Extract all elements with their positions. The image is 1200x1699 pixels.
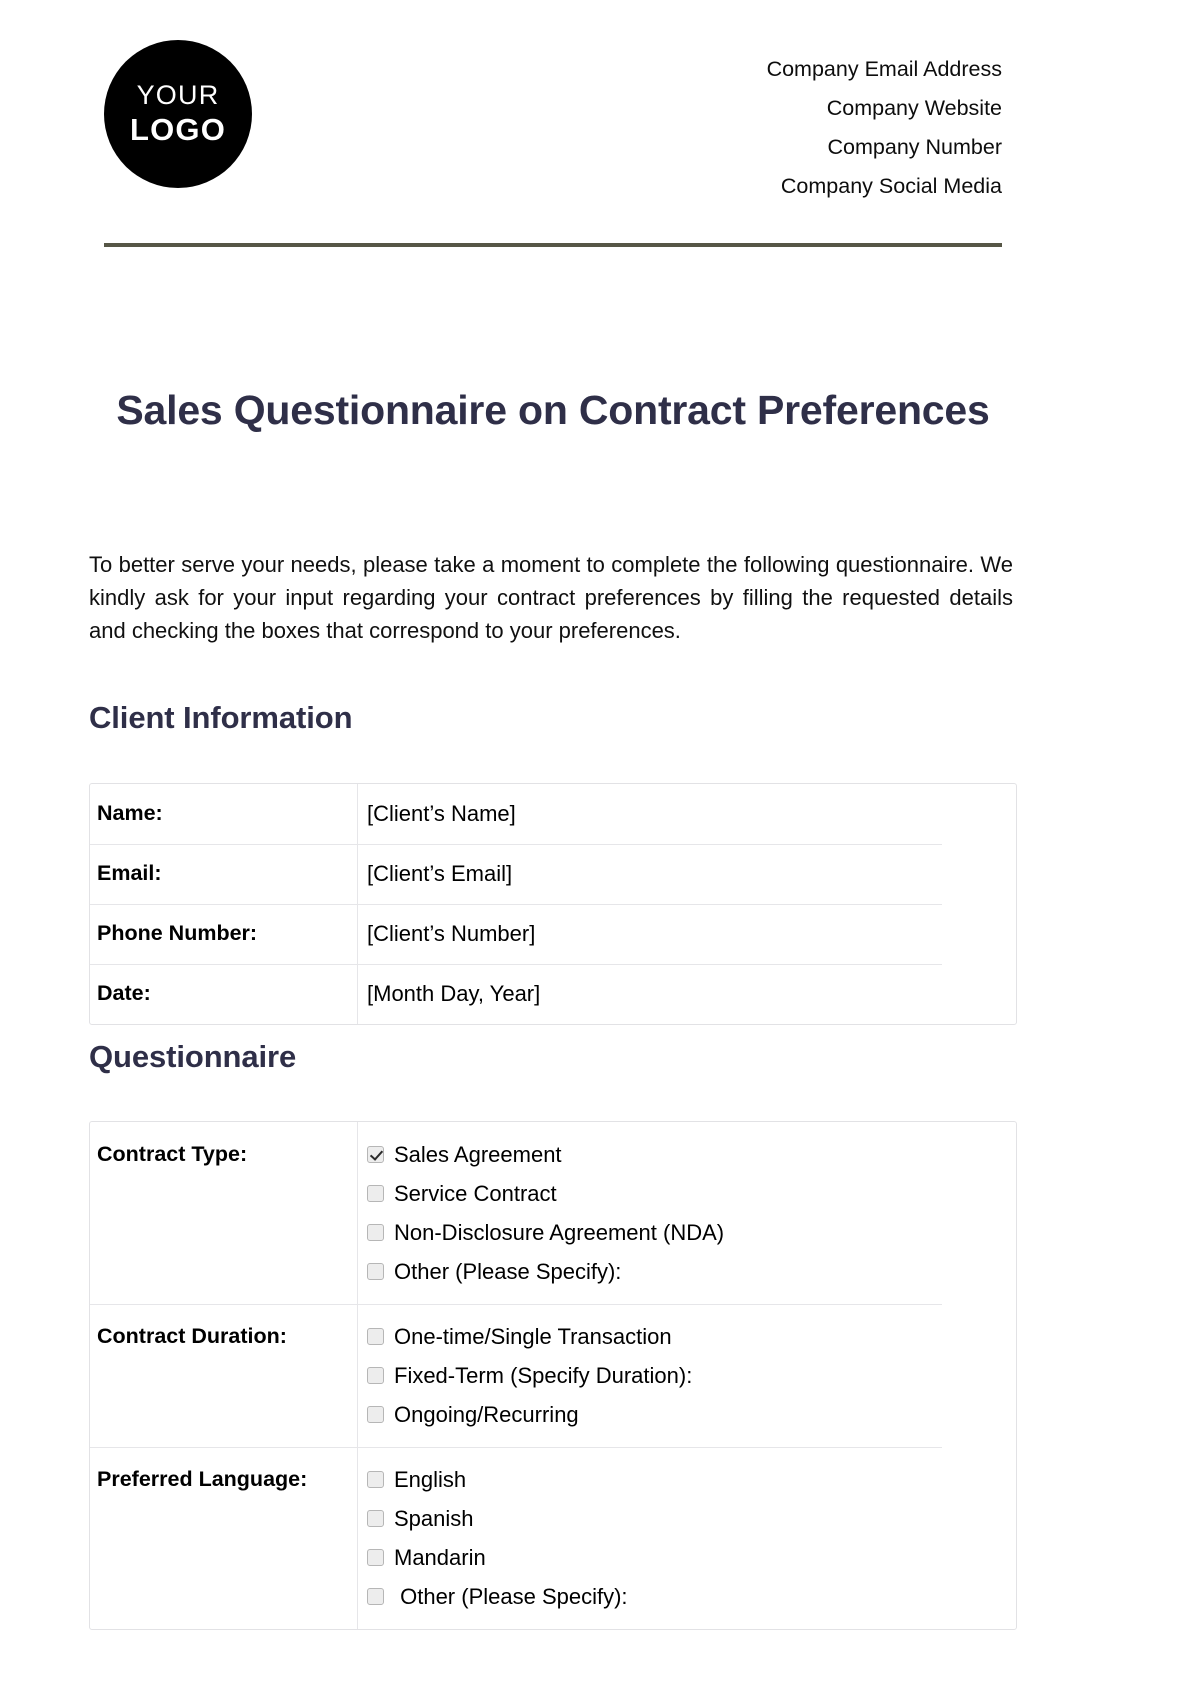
checkbox-icon[interactable]	[367, 1185, 384, 1202]
checkbox-group-contract-type: Sales Agreement Service Contract Non-Dis…	[367, 1135, 1016, 1291]
checkbox-group-preferred-language: English Spanish Mandarin Other (Please S…	[367, 1460, 1016, 1616]
logo-text-top: YOUR	[136, 79, 220, 110]
field-value-date[interactable]: [Month Day, Year]	[358, 964, 1016, 1024]
table-row: Name: [Client’s Name]	[90, 784, 1016, 844]
client-information-heading: Client Information	[89, 700, 353, 735]
checkbox-icon[interactable]	[367, 1471, 384, 1488]
company-logo: YOUR LOGO	[104, 40, 252, 188]
table-row: Phone Number: [Client’s Number]	[90, 904, 1016, 964]
logo-text-bottom: LOGO	[129, 111, 227, 147]
contact-social-media: Company Social Media	[780, 174, 1002, 198]
checkbox-row[interactable]: Sales Agreement	[367, 1135, 1016, 1174]
checkbox-icon[interactable]	[367, 1367, 384, 1384]
table-row: Email: [Client’s Email]	[90, 844, 1016, 904]
checkbox-row[interactable]: One-time/Single Transaction	[367, 1317, 1016, 1356]
table-row: Contract Type: Sales Agreement Service C…	[90, 1122, 1016, 1304]
checkbox-label: Non-Disclosure Agreement (NDA)	[394, 1219, 725, 1245]
field-options-contract-type: Sales Agreement Service Contract Non-Dis…	[358, 1122, 1016, 1304]
checkbox-row[interactable]: Other (Please Specify):	[367, 1252, 1016, 1291]
client-information-table: Name: [Client’s Name] Email: [Client’s E…	[89, 783, 1017, 1025]
field-label-phone-number: Phone Number:	[90, 904, 358, 964]
checkbox-row[interactable]: Service Contract	[367, 1174, 1016, 1213]
checkbox-icon[interactable]	[367, 1263, 384, 1280]
checkbox-row[interactable]: Fixed-Term (Specify Duration):	[367, 1356, 1016, 1395]
company-contact-block: Company Email Address Company Website Co…	[767, 40, 1002, 206]
checkbox-row[interactable]: Spanish	[367, 1499, 1016, 1538]
checkbox-row[interactable]: Other (Please Specify):	[367, 1577, 1016, 1616]
questionnaire-heading: Questionnaire	[89, 1039, 297, 1074]
checkbox-row[interactable]: Non-Disclosure Agreement (NDA)	[367, 1213, 1016, 1252]
checkbox-label: Spanish	[394, 1505, 474, 1531]
checkbox-label: Other (Please Specify):	[394, 1583, 628, 1609]
checkbox-label: One-time/Single Transaction	[394, 1323, 672, 1349]
header-divider-rule	[104, 243, 1002, 247]
contact-email: Company Email Address	[766, 57, 1002, 81]
field-label-name: Name:	[90, 784, 358, 844]
field-label-date: Date:	[90, 964, 358, 1024]
questionnaire-table: Contract Type: Sales Agreement Service C…	[89, 1121, 1017, 1630]
checkbox-label: Fixed-Term (Specify Duration):	[394, 1362, 693, 1388]
field-value-email[interactable]: [Client’s Email]	[358, 844, 1016, 904]
checkbox-row[interactable]: Mandarin	[367, 1538, 1016, 1577]
field-value-phone-number[interactable]: [Client’s Number]	[358, 904, 1016, 964]
intro-paragraph: To better serve your needs, please take …	[89, 552, 1013, 643]
checkbox-icon[interactable]	[367, 1510, 384, 1527]
checkbox-label: Ongoing/Recurring	[394, 1401, 579, 1427]
checkbox-icon[interactable]	[367, 1224, 384, 1241]
checkbox-icon[interactable]	[367, 1328, 384, 1345]
checkbox-icon[interactable]	[367, 1146, 384, 1163]
checkbox-label: Mandarin	[394, 1544, 486, 1570]
checkbox-icon[interactable]	[367, 1406, 384, 1423]
checkbox-icon[interactable]	[367, 1549, 384, 1566]
table-row: Date: [Month Day, Year]	[90, 964, 1016, 1024]
page-title: Sales Questionnaire on Contract Preferen…	[116, 387, 990, 433]
field-options-preferred-language: English Spanish Mandarin Other (Please S…	[358, 1447, 1016, 1629]
field-label-contract-duration: Contract Duration:	[90, 1304, 358, 1447]
checkbox-label: Other (Please Specify):	[394, 1258, 622, 1284]
checkbox-label: Service Contract	[394, 1180, 557, 1206]
document-header: YOUR LOGO Company Email Address Company …	[104, 40, 1002, 206]
contact-number: Company Number	[827, 135, 1002, 159]
checkbox-row[interactable]: English	[367, 1460, 1016, 1499]
field-label-email: Email:	[90, 844, 358, 904]
table-row: Contract Duration: One-time/Single Trans…	[90, 1304, 1016, 1447]
field-value-name[interactable]: [Client’s Name]	[358, 784, 1016, 844]
field-label-contract-type: Contract Type:	[90, 1122, 358, 1304]
field-options-contract-duration: One-time/Single Transaction Fixed-Term (…	[358, 1304, 1016, 1447]
checkbox-row[interactable]: Ongoing/Recurring	[367, 1395, 1016, 1434]
checkbox-icon[interactable]	[367, 1588, 384, 1605]
checkbox-label: English	[394, 1466, 467, 1492]
checkbox-label: Sales Agreement	[394, 1141, 562, 1167]
table-row: Preferred Language: English Spanish Mand…	[90, 1447, 1016, 1629]
field-label-preferred-language: Preferred Language:	[90, 1447, 358, 1629]
document-page: YOUR LOGO Company Email Address Company …	[0, 0, 1200, 1699]
contact-website: Company Website	[826, 96, 1002, 120]
checkbox-group-contract-duration: One-time/Single Transaction Fixed-Term (…	[367, 1317, 1016, 1434]
